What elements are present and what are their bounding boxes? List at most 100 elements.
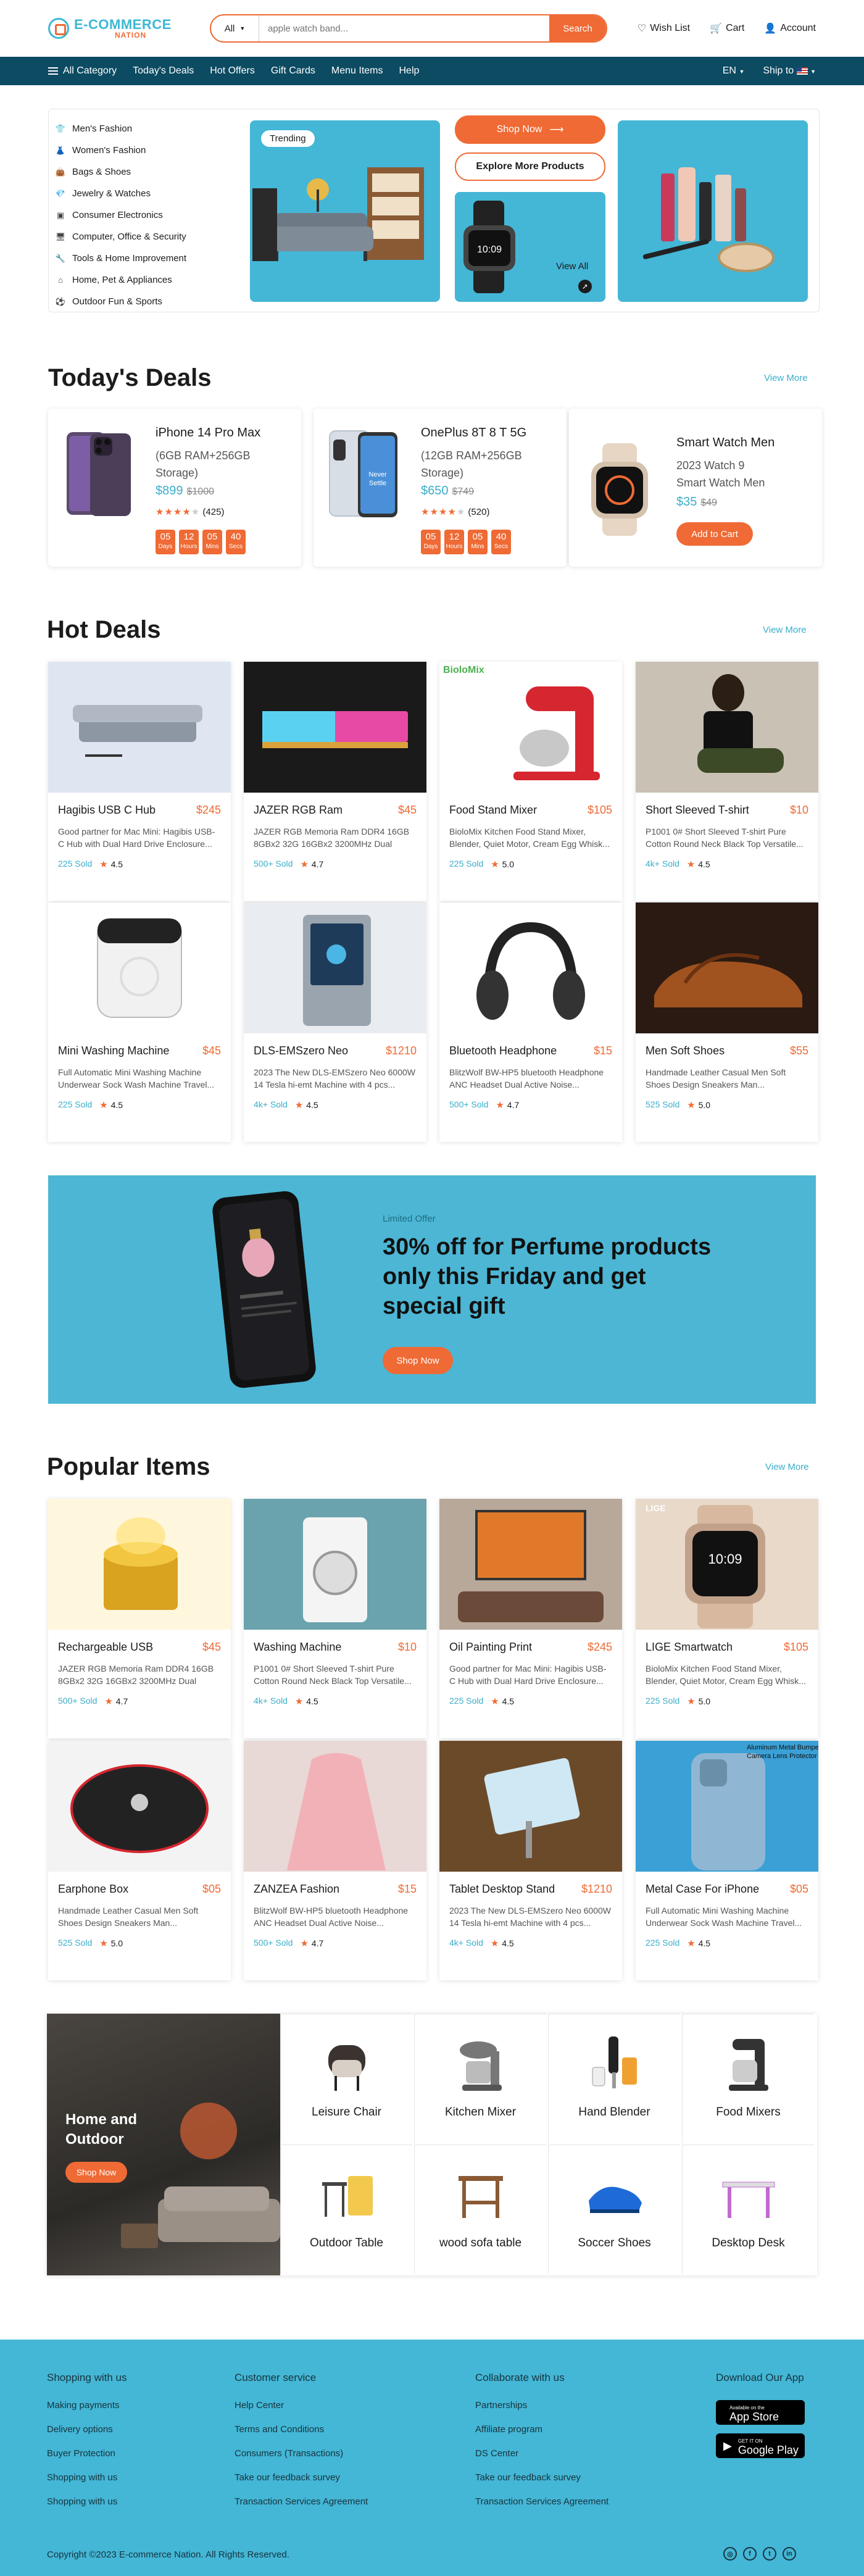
- home-item-hand-blender[interactable]: Hand Blender: [548, 2014, 680, 2143]
- google-play-button[interactable]: ▶ GET IT ON Google Play: [716, 2433, 805, 2458]
- search-category-select[interactable]: All ▼: [211, 15, 259, 41]
- nav-item-hot-offers[interactable]: Hot Offers: [210, 65, 255, 77]
- home-item-label: Kitchen Mixer: [444, 2106, 517, 2119]
- product-card[interactable]: ZANZEA Fashion $15 BlitzWolf BW-HP5 blueto…: [244, 1741, 426, 1980]
- facebook-icon[interactable]: f: [743, 2547, 757, 2561]
- footer-link[interactable]: Partnerships: [475, 2400, 609, 2424]
- product-card[interactable]: Men Soft Shoes $55 Handmade Leather Casual…: [636, 902, 818, 1142]
- product-card[interactable]: Mini Washing Machine $45 Full Automatic Mi…: [48, 902, 231, 1142]
- sidebar-item-tools[interactable]: 🔧 Tools & Home Improvement: [55, 248, 240, 269]
- language-select[interactable]: EN ▼: [723, 65, 745, 77]
- view-all-link[interactable]: View All: [556, 261, 588, 272]
- footer-link[interactable]: Consumers (Transactions): [235, 2448, 368, 2472]
- product-description: Good partner for Mac Mini: Hagibis USB-C…: [58, 827, 215, 849]
- shop-now-button[interactable]: Shop Now ⟶: [455, 115, 605, 144]
- product-card[interactable]: 10:09 LIGE LIGE Smartwatch $105 BioloMix Kit…: [636, 1499, 818, 1738]
- sidebar-item-electronics[interactable]: ▣ Consumer Electronics: [55, 204, 240, 226]
- product-card[interactable]: Washing Machine $10 P1001 0# Short Sleeved…: [244, 1499, 426, 1738]
- popular-view-more[interactable]: View More: [765, 1462, 809, 1472]
- home-item-kitchen-mixer[interactable]: Kitchen Mixer: [414, 2014, 546, 2143]
- home-shop-now-button[interactable]: Shop Now: [65, 2162, 127, 2183]
- sidebar-item-womens-fashion[interactable]: 👗 Women's Fashion: [55, 140, 240, 161]
- deal-reviews: (520): [468, 507, 490, 517]
- instagram-icon[interactable]: ◎: [723, 2547, 737, 2561]
- nav-item-gift-cards[interactable]: Gift Cards: [271, 65, 315, 77]
- product-image: [439, 1499, 622, 1630]
- home-outdoor-section: Home and Outdoor Shop Now Leisure Chair …: [47, 2014, 817, 2275]
- footer-link[interactable]: Help Center: [235, 2400, 368, 2424]
- search-button[interactable]: Search: [549, 15, 606, 41]
- product-card[interactable]: Short Sleeved T-shirt $10 P1001 0# Short S…: [636, 662, 818, 901]
- footer-link[interactable]: Take our feedback survey: [235, 2472, 368, 2496]
- footer-link[interactable]: Shopping with us: [47, 2496, 127, 2520]
- cosmetics-card[interactable]: [618, 120, 808, 302]
- footer-link[interactable]: Making payments: [47, 2400, 127, 2424]
- nav-item-todays-deals[interactable]: Today's Deals: [133, 65, 194, 77]
- home-item-wood-sofa-table[interactable]: wood sofa table: [414, 2145, 546, 2274]
- product-card[interactable]: Aluminum Metal Bumper Camera Lens Protect…: [636, 1741, 818, 1980]
- footer-link[interactable]: Transaction Services Agreement: [475, 2496, 609, 2520]
- nav-item-menu-items[interactable]: Menu Items: [331, 65, 383, 77]
- sidebar-item-computer[interactable]: 🖥 Computer, Office & Security: [55, 226, 240, 248]
- product-card[interactable]: Rechargeable USB $45 JAZER RGB Memoria Ram…: [48, 1499, 231, 1738]
- product-card[interactable]: Earphone Box $05 Handmade Leather Casual M…: [48, 1741, 231, 1980]
- home-item-desktop-desk[interactable]: Desktop Desk: [682, 2145, 814, 2274]
- deal-card-iphone[interactable]: iPhone 14 Pro Max (6GB RAM+256GB Storage)…: [48, 409, 301, 567]
- linkedin-icon[interactable]: in: [783, 2547, 796, 2561]
- home-item-food-mixers[interactable]: Food Mixers: [682, 2014, 814, 2143]
- sidebar-item-jewelry[interactable]: 💎 Jewelry & Watches: [55, 183, 240, 204]
- add-to-cart-button[interactable]: Add to Cart: [676, 522, 753, 546]
- all-category-menu[interactable]: All Category: [48, 65, 117, 77]
- account-link[interactable]: 👤 Account: [764, 22, 816, 35]
- footer-link[interactable]: Shopping with us: [47, 2472, 127, 2496]
- footer-link[interactable]: Transaction Services Agreement: [235, 2496, 368, 2520]
- cart-link[interactable]: 🛒 Cart: [710, 22, 744, 35]
- hot-deals-view-more[interactable]: View More: [763, 625, 807, 635]
- sidebar-item-bags-shoes[interactable]: 👜 Bags & Shoes: [55, 161, 240, 183]
- ship-to-select[interactable]: Ship to ▼: [763, 65, 816, 77]
- deal-card-oneplus[interactable]: Never Settle OnePlus 8T 8 T 5G (12GB RAM…: [314, 409, 567, 567]
- copyright: Copyright ©2023 E-commerce Nation. All R…: [47, 2549, 289, 2560]
- smartwatch-card[interactable]: 10:09 View All ➚: [455, 192, 605, 302]
- product-card[interactable]: Hagibis USB C Hub $245 Good partner for Ma…: [48, 662, 231, 901]
- nav-item-help[interactable]: Help: [399, 65, 420, 77]
- desk-image: [722, 2182, 775, 2218]
- home-outdoor-hero[interactable]: Home and Outdoor Shop Now: [47, 2014, 280, 2275]
- product-rating: 5.0: [502, 859, 515, 869]
- product-card[interactable]: Bluetooth Headphone $15 BlitzWolf BW-HP5 b…: [439, 902, 622, 1142]
- footer-link[interactable]: DS Center: [475, 2448, 609, 2472]
- deal-card-smartwatch[interactable]: Smart Watch Men 2023 Watch 9 Smart Watch …: [569, 409, 822, 567]
- banner-shop-now-button[interactable]: Shop Now: [383, 1347, 453, 1374]
- product-sold: 4k+ Sold: [254, 1099, 288, 1109]
- product-card[interactable]: Tablet Desktop Stand $1210 2023 The New DL…: [439, 1741, 622, 1980]
- explore-more-button[interactable]: Explore More Products: [455, 152, 605, 181]
- sidebar-item-mens-fashion[interactable]: 👕 Men's Fashion: [55, 118, 240, 140]
- product-card[interactable]: JAZER RGB Ram $45 JAZER RGB Memoria Ram DD…: [244, 662, 426, 901]
- footer-link[interactable]: Affiliate program: [475, 2424, 609, 2448]
- home-item-outdoor-table[interactable]: Outdoor Table: [280, 2145, 412, 2274]
- arrow-circle-icon[interactable]: ➚: [578, 280, 592, 293]
- todays-deals-view-more[interactable]: View More: [764, 373, 808, 383]
- product-card[interactable]: BioloMix Food Stand Mixer $105 BioloMix Kit…: [439, 662, 622, 901]
- home-item-leisure-chair[interactable]: Leisure Chair: [280, 2014, 412, 2143]
- deal-name: iPhone 14 Pro Max: [156, 426, 261, 440]
- trending-card[interactable]: Trending: [250, 120, 440, 302]
- app-store-button[interactable]: Available on the App Store: [716, 2400, 805, 2425]
- footer-link[interactable]: Take our feedback survey: [475, 2472, 609, 2496]
- search-input[interactable]: [259, 15, 549, 41]
- footer-link[interactable]: Buyer Protection: [47, 2448, 127, 2472]
- footer-link[interactable]: Terms and Conditions: [235, 2424, 368, 2448]
- footer-link[interactable]: Delivery options: [47, 2424, 127, 2448]
- product-card[interactable]: DLS-EMSzero Neo $1210 2023 The New DLS-EMS…: [244, 902, 426, 1142]
- timer-label: Hours: [180, 543, 197, 550]
- product-card[interactable]: Oil Painting Print $245 Good partner for M…: [439, 1499, 622, 1738]
- logo[interactable]: E-COMMERCE NATION: [48, 18, 210, 39]
- sidebar-item-outdoor[interactable]: ⚽ Outdoor Fun & Sports: [55, 291, 240, 312]
- wishlist-link[interactable]: ♡ Wish List: [638, 22, 690, 35]
- star-icon: ★: [300, 859, 309, 870]
- home-item-soccer-shoes[interactable]: Soccer Shoes: [548, 2145, 680, 2274]
- hero-section: 👕 Men's Fashion 👗 Women's Fashion 👜 Bags & …: [48, 109, 820, 312]
- product-photo: [244, 662, 426, 793]
- twitter-icon[interactable]: t: [763, 2547, 776, 2561]
- sidebar-item-home-pet[interactable]: ⌂ Home, Pet & Appliances: [55, 269, 240, 291]
